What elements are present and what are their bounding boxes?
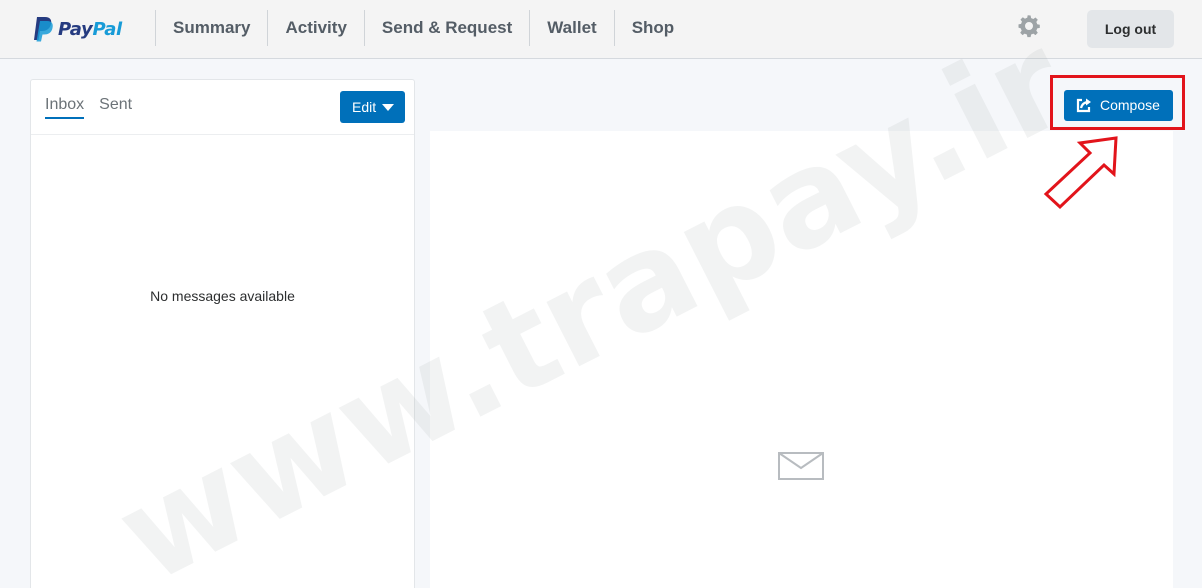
tab-sent[interactable]: Sent — [99, 96, 132, 119]
empty-state-text: No messages available — [150, 288, 295, 304]
paypal-wordmark: PayPal — [58, 19, 122, 40]
main-nav: Summary Activity Send & Request Wallet S… — [155, 10, 691, 46]
nav-activity[interactable]: Activity — [267, 10, 363, 46]
envelope-icon — [778, 452, 824, 480]
top-header: PayPal Summary Activity Send & Request W… — [0, 0, 1202, 59]
paypal-logo[interactable]: PayPal — [32, 15, 122, 43]
nav-shop[interactable]: Shop — [613, 10, 692, 46]
nav-wallet[interactable]: Wallet — [529, 10, 613, 46]
caret-down-icon — [382, 104, 394, 111]
message-list-panel: Inbox Sent Edit No messages available — [30, 79, 415, 588]
logout-button[interactable]: Log out — [1087, 10, 1174, 48]
message-tabs: Inbox Sent — [45, 96, 147, 119]
highlight-box — [1050, 75, 1185, 130]
edit-dropdown-button[interactable]: Edit — [340, 91, 405, 123]
gear-icon[interactable] — [1017, 14, 1041, 38]
nav-summary[interactable]: Summary — [155, 10, 267, 46]
nav-send-request[interactable]: Send & Request — [363, 10, 529, 46]
paypal-logo-icon — [34, 17, 53, 42]
edit-label: Edit — [352, 99, 377, 115]
tab-inbox[interactable]: Inbox — [45, 96, 85, 119]
divider — [31, 134, 414, 135]
logo-pal: Pal — [92, 18, 122, 40]
pointer-arrow-icon — [1043, 136, 1118, 210]
logo-pay: Pay — [58, 18, 93, 40]
